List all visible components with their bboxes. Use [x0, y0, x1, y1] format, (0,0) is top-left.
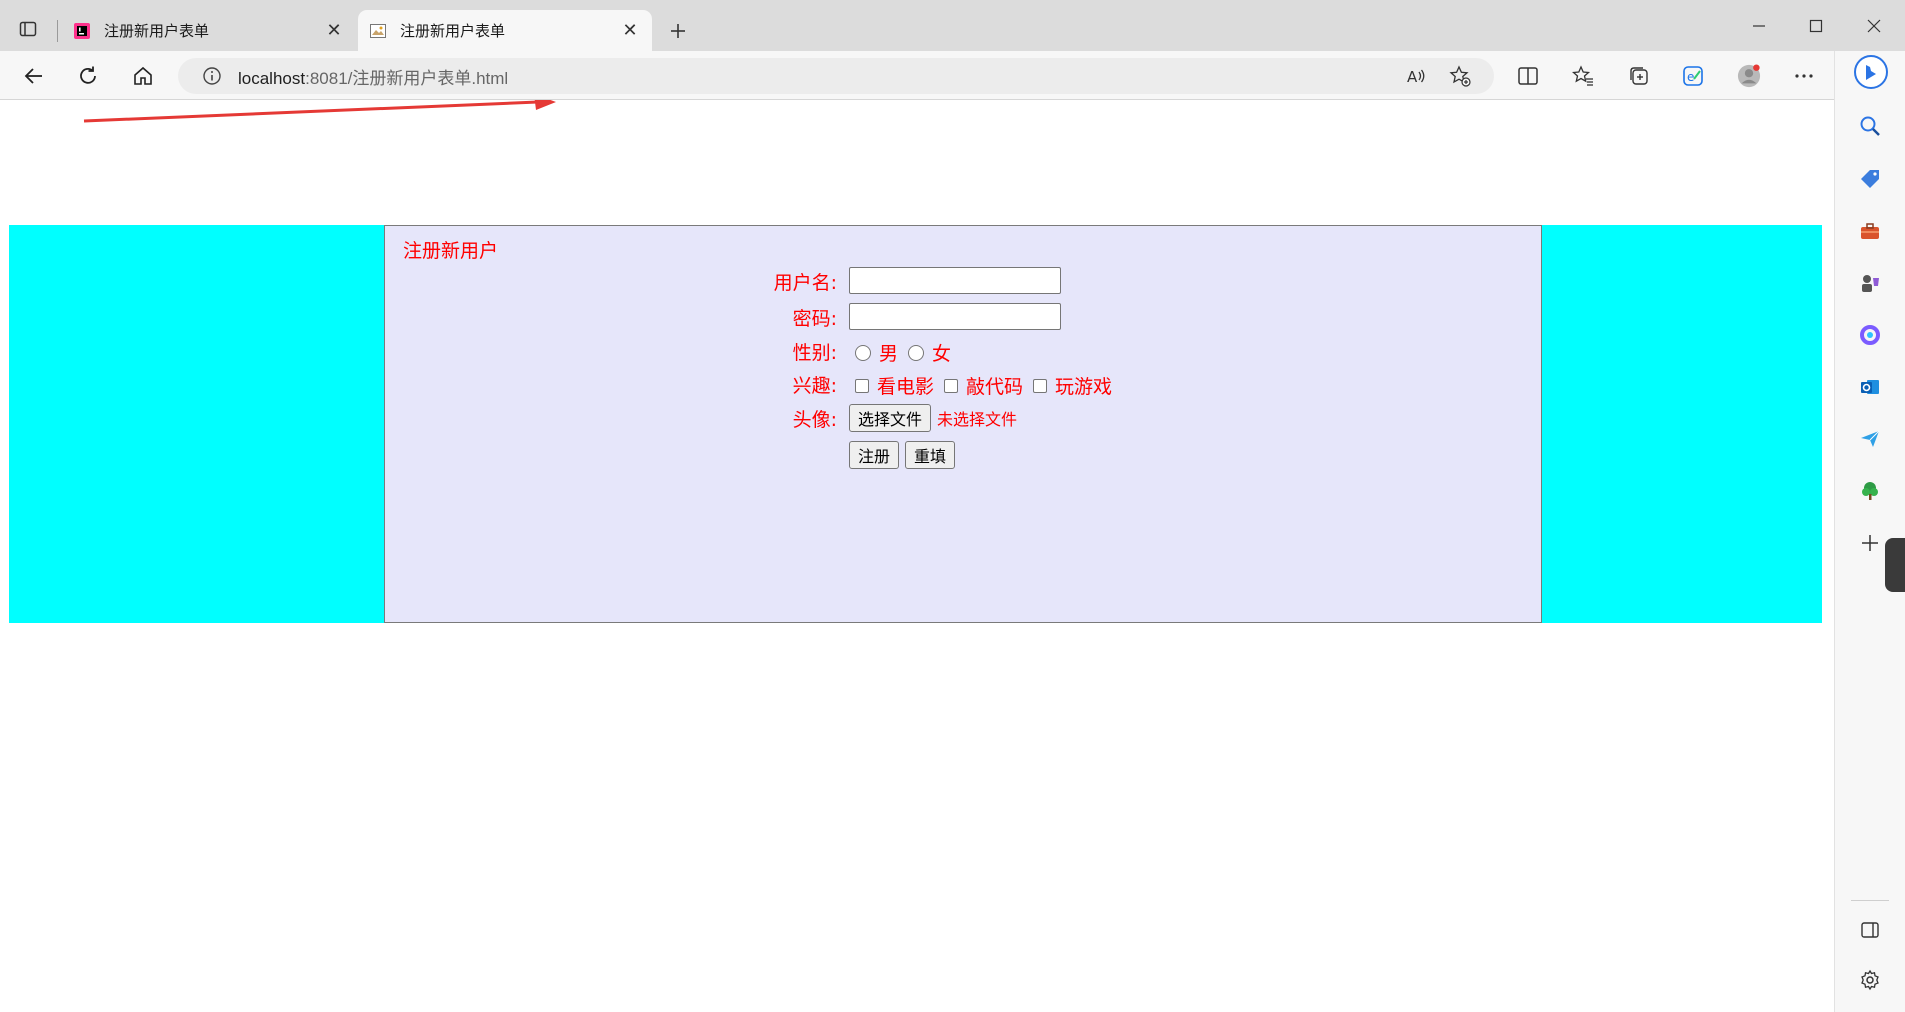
hobby-option-movies: 看电影: [877, 376, 935, 398]
url-host: localhost: [238, 68, 306, 88]
tab-inactive[interactable]: 注册新用户表单 ✕: [62, 10, 356, 51]
username-label: 用户名:: [773, 272, 837, 294]
register-form-panel: 注册新用户 用户名: 密码: 性别: 男 女 兴趣: 看电影 敲代码 玩游戏 头…: [384, 225, 1542, 623]
tab-strip: 注册新用户表单 ✕ 注册新用户表单 ✕: [0, 0, 1905, 51]
url-text: localhost:8081/注册新用户表单.html: [238, 64, 508, 89]
tab-actions-icon[interactable]: [16, 17, 40, 41]
reset-button[interactable]: 重填: [905, 441, 956, 469]
hobby-option-games: 玩游戏: [1055, 376, 1113, 398]
tab-active[interactable]: 注册新用户表单 ✕: [358, 10, 652, 51]
hobby-checkbox-coding[interactable]: [944, 378, 959, 393]
refresh-icon[interactable]: [72, 60, 104, 92]
hobby-option-coding: 敲代码: [966, 376, 1024, 398]
avatar-label: 头像:: [792, 409, 837, 431]
form-actions: 注册 重填: [849, 441, 956, 469]
performance-icon[interactable]: e: [1681, 64, 1705, 88]
add-icon[interactable]: [1857, 530, 1883, 556]
close-icon[interactable]: ✕: [616, 17, 644, 45]
hobby-row: 兴趣: 看电影 敲代码 玩游戏: [385, 370, 1541, 400]
username-row: 用户名:: [385, 267, 1541, 297]
tab-separator: [57, 20, 58, 42]
hobby-options: 看电影 敲代码 玩游戏: [849, 372, 1116, 399]
svg-text:e: e: [1687, 70, 1694, 84]
close-icon[interactable]: ✕: [320, 17, 348, 45]
read-aloud-icon[interactable]: A: [1404, 64, 1428, 88]
sidebar-layout-icon[interactable]: [1857, 917, 1883, 943]
register-button[interactable]: 注册: [849, 441, 900, 469]
hobby-checkbox-games[interactable]: [1033, 378, 1048, 393]
username-input[interactable]: [849, 267, 1061, 294]
gender-row: 性别: 男 女: [385, 337, 1541, 367]
gender-radio-female[interactable]: [908, 344, 925, 361]
shopping-tag-icon[interactable]: [1857, 166, 1883, 192]
svg-text:A: A: [1407, 68, 1418, 86]
edge-sidebar: [1834, 51, 1905, 1012]
games-icon[interactable]: [1857, 270, 1883, 296]
annotation-arrow: [83, 100, 556, 123]
gender-option-female: 女: [932, 343, 952, 365]
back-arrow-icon[interactable]: [18, 60, 50, 92]
tools-icon[interactable]: [1857, 218, 1883, 244]
page-viewport: 注册新用户 用户名: 密码: 性别: 男 女 兴趣: 看电影 敲代码 玩游戏 头…: [0, 100, 1834, 1012]
search-icon[interactable]: [1857, 113, 1883, 139]
sidebar-divider: [1851, 900, 1889, 901]
file-status: 未选择文件: [937, 410, 1018, 429]
collections-icon[interactable]: [1627, 64, 1651, 88]
page-favicon-icon: [368, 21, 388, 41]
password-input[interactable]: [849, 303, 1061, 330]
home-icon[interactable]: [127, 60, 159, 92]
password-field-wrap: [849, 303, 1061, 330]
username-field-wrap: [849, 267, 1061, 294]
gender-options: 男 女: [849, 339, 955, 366]
choose-file-button[interactable]: 选择文件: [849, 404, 932, 432]
maximize-icon[interactable]: [1793, 10, 1839, 42]
form-title: 注册新用户: [403, 240, 499, 262]
intellij-favicon-icon: [72, 21, 92, 41]
settings-icon[interactable]: [1857, 967, 1883, 993]
info-icon[interactable]: [200, 64, 224, 88]
favorite-add-icon[interactable]: [1448, 64, 1472, 88]
split-screen-icon[interactable]: [1516, 64, 1540, 88]
profile-avatar-icon[interactable]: [1737, 64, 1761, 88]
gender-option-male: 男: [879, 343, 899, 365]
minimize-icon[interactable]: [1736, 10, 1782, 42]
sidebar-pinned-tab[interactable]: [1885, 538, 1905, 592]
outlook-icon[interactable]: [1857, 374, 1883, 400]
actions-row: 注册 重填: [385, 441, 1541, 471]
tree-icon[interactable]: [1857, 478, 1883, 504]
tab-title: 注册新用户表单: [400, 22, 506, 40]
favorites-icon[interactable]: [1571, 64, 1595, 88]
url-path: :8081/注册新用户表单.html: [305, 68, 509, 88]
bing-copilot-icon[interactable]: [1853, 54, 1889, 90]
gender-radio-male[interactable]: [855, 344, 871, 361]
address-bar[interactable]: localhost:8081/注册新用户表单.html A: [178, 58, 1494, 94]
gender-label: 性别:: [792, 342, 837, 364]
plus-icon[interactable]: [664, 17, 692, 45]
browser-toolbar: localhost:8081/注册新用户表单.html A e: [0, 51, 1905, 100]
send-icon[interactable]: [1857, 426, 1883, 452]
password-label: 密码:: [792, 308, 837, 330]
microsoft365-icon[interactable]: [1857, 322, 1883, 348]
window-close-icon[interactable]: [1851, 10, 1897, 42]
hobby-label: 兴趣:: [792, 375, 837, 397]
more-dots-icon[interactable]: [1792, 64, 1816, 88]
avatar-row: 头像: 选择文件 未选择文件: [385, 404, 1541, 434]
password-row: 密码:: [385, 303, 1541, 333]
avatar-field: 选择文件 未选择文件: [849, 404, 1017, 432]
hobby-checkbox-movies[interactable]: [855, 378, 869, 393]
tab-title: 注册新用户表单: [104, 22, 210, 40]
